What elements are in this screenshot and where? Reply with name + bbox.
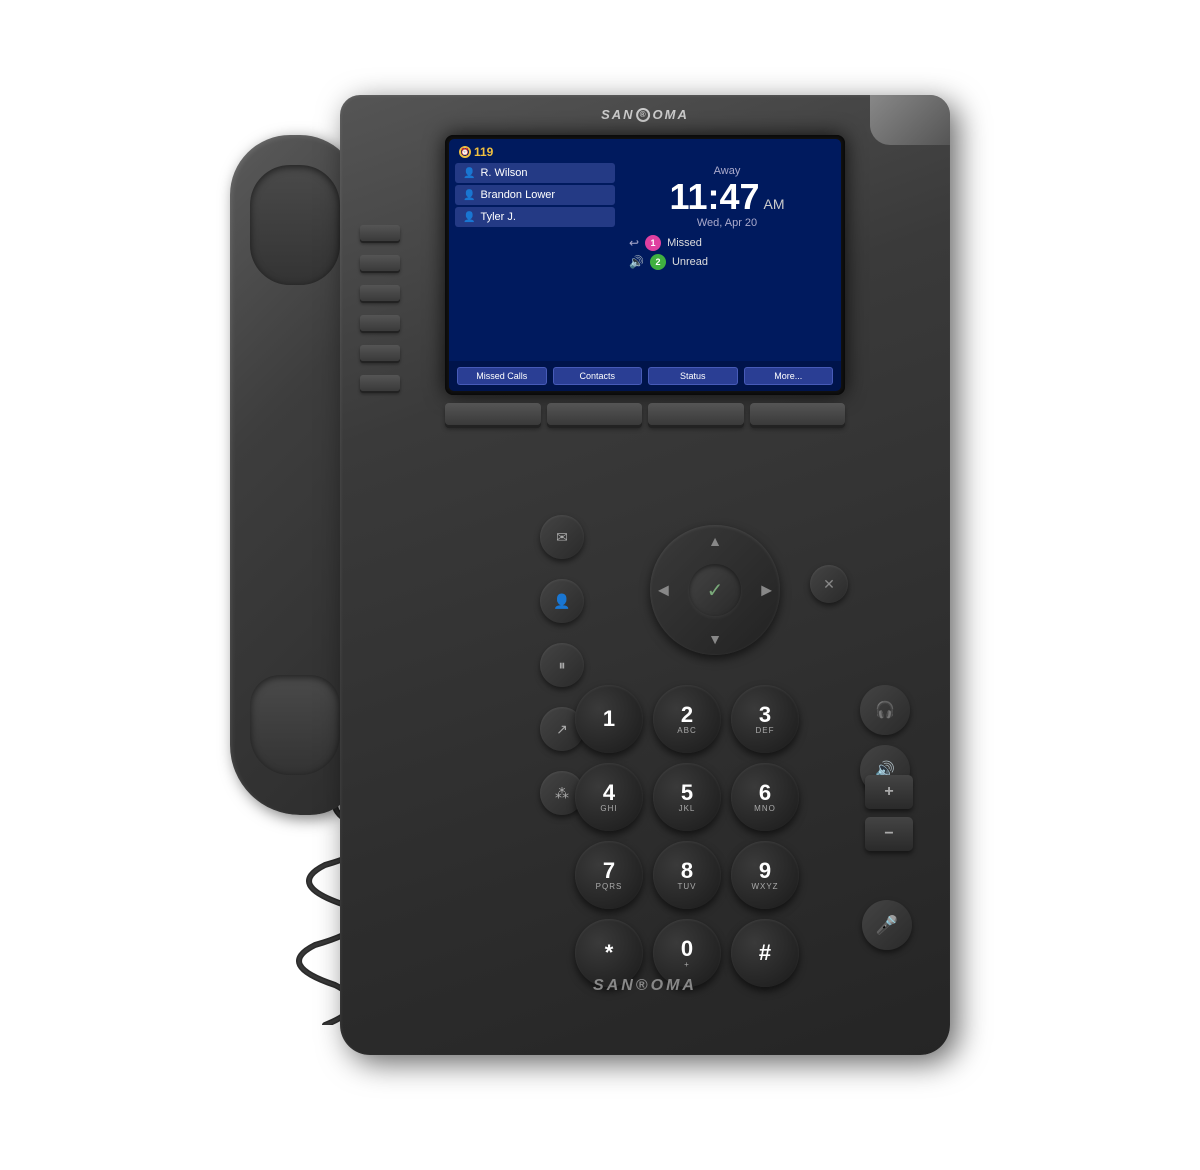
key-6-button[interactable]: 6MNO xyxy=(731,763,799,831)
line-key-4[interactable] xyxy=(360,315,400,331)
key-3-button[interactable]: 3DEF xyxy=(731,685,799,753)
voicemail-icon: 🔊 xyxy=(629,255,644,269)
nav-left-button[interactable]: ◀ xyxy=(658,582,669,599)
soft-keys-row xyxy=(445,403,845,425)
nav-right-button[interactable]: ▶ xyxy=(761,582,772,599)
missed-calls-label: Missed xyxy=(667,237,702,249)
line-key-5[interactable] xyxy=(360,345,400,361)
brand-name-right: OMA xyxy=(653,107,689,122)
key-#-button[interactable]: # xyxy=(731,919,799,987)
nav-ok-button[interactable]: ✓ xyxy=(689,564,741,616)
line-key-1[interactable] xyxy=(360,225,400,241)
contact-icon-1: 👤 xyxy=(463,168,475,179)
soft-key-2[interactable] xyxy=(547,403,643,425)
soft-key-4[interactable] xyxy=(750,403,846,425)
screen-btn-more[interactable]: More... xyxy=(744,367,834,385)
contact-item-3[interactable]: 👤 Tyler J. xyxy=(455,207,615,227)
line-key-3[interactable] xyxy=(360,285,400,301)
soft-key-1[interactable] xyxy=(445,403,541,425)
nav-ring: ▲ ▼ ◀ ▶ ✓ xyxy=(650,525,780,655)
screen-btn-contacts[interactable]: Contacts xyxy=(553,367,643,385)
extension-display: ⏰ 119 xyxy=(459,145,493,159)
contact-item-1[interactable]: 👤 R. Wilson xyxy=(455,163,615,183)
clock-date: Wed, Apr 20 xyxy=(697,217,757,229)
volume-controls: + − xyxy=(865,775,913,851)
messages-button[interactable]: ✉ xyxy=(540,515,584,559)
clock-time: 11:47 xyxy=(669,179,759,215)
contacts-fkey-button[interactable]: 👤 xyxy=(540,579,584,623)
voicemail-notification: 🔊 2 Unread xyxy=(619,254,708,270)
volume-up-button[interactable]: + xyxy=(865,775,913,809)
screen-top-bar: ⏰ 119 xyxy=(449,139,841,163)
status-clock-icon: ⏰ xyxy=(459,146,471,158)
brand-logo-icon: ® xyxy=(637,108,651,122)
line-keys-group xyxy=(360,225,400,391)
phone-body: SAN ® OMA ⏰ 119 xyxy=(340,95,950,1055)
brand-label-top: SAN ® OMA xyxy=(601,107,689,122)
contact-name-3: Tyler J. xyxy=(480,211,515,223)
headset-button[interactable]: 🎧 xyxy=(860,685,910,735)
extension-number: 119 xyxy=(474,145,493,159)
contact-icon-2: 👤 xyxy=(463,190,475,201)
brand-name-left: SAN xyxy=(601,107,634,122)
key-9-button[interactable]: 9WXYZ xyxy=(731,841,799,909)
key-4-button[interactable]: 4GHI xyxy=(575,763,643,831)
nav-down-button[interactable]: ▼ xyxy=(708,631,722,647)
missed-calls-notification: ↩ 1 Missed xyxy=(619,235,702,251)
cancel-button[interactable]: ✕ xyxy=(810,565,848,603)
missed-calls-badge: 1 xyxy=(645,235,661,251)
screen-btn-status[interactable]: Status xyxy=(648,367,738,385)
navigation-cluster: ▲ ▼ ◀ ▶ ✓ xyxy=(650,525,780,655)
brand-label-bottom: SAN®OMA xyxy=(593,977,697,995)
phone-device: SAN ® OMA ⏰ 119 xyxy=(210,95,990,1075)
line-key-6[interactable] xyxy=(360,375,400,391)
soft-key-3[interactable] xyxy=(648,403,744,425)
contact-item-2[interactable]: 👤 Brandon Lower xyxy=(455,185,615,205)
contact-icon-3: 👤 xyxy=(463,212,475,223)
volume-down-button[interactable]: − xyxy=(865,817,913,851)
screen-content: 👤 R. Wilson 👤 Brandon Lower 👤 Tyler J. xyxy=(449,163,841,361)
contact-name-2: Brandon Lower xyxy=(480,189,555,201)
keypad: 12ABC3DEF4GHI5JKL6MNO7PQRS8TUV9WXYZ*0+# xyxy=(575,685,799,987)
nav-up-button[interactable]: ▲ xyxy=(708,533,722,549)
screen-clock-panel: Away 11:47 AM Wed, Apr 20 ↩ 1 Missed xyxy=(619,163,835,357)
screen-bezel: ⏰ 119 👤 R. Wilson 👤 Brandon L xyxy=(445,135,845,395)
key-8-button[interactable]: 8TUV xyxy=(653,841,721,909)
key-2-button[interactable]: 2ABC xyxy=(653,685,721,753)
key-5-button[interactable]: 5JKL xyxy=(653,763,721,831)
contact-name-1: R. Wilson xyxy=(480,167,527,179)
key-1-button[interactable]: 1 xyxy=(575,685,643,753)
screen-soft-buttons: Missed Calls Contacts Status More... xyxy=(449,361,841,391)
unread-label: Unread xyxy=(672,256,708,268)
unread-badge: 2 xyxy=(650,254,666,270)
clock-display: 11:47 AM xyxy=(669,179,784,215)
line-key-2[interactable] xyxy=(360,255,400,271)
clock-ampm: AM xyxy=(764,197,785,211)
phone-screen: ⏰ 119 👤 R. Wilson 👤 Brandon L xyxy=(449,139,841,391)
mute-button[interactable]: 🎤 xyxy=(862,900,912,950)
hold-button[interactable]: ⏸ xyxy=(540,643,584,687)
contacts-list: 👤 R. Wilson 👤 Brandon Lower 👤 Tyler J. xyxy=(455,163,615,357)
key-7-button[interactable]: 7PQRS xyxy=(575,841,643,909)
missed-call-icon: ↩ xyxy=(629,236,639,250)
screen-btn-missed-calls[interactable]: Missed Calls xyxy=(457,367,547,385)
